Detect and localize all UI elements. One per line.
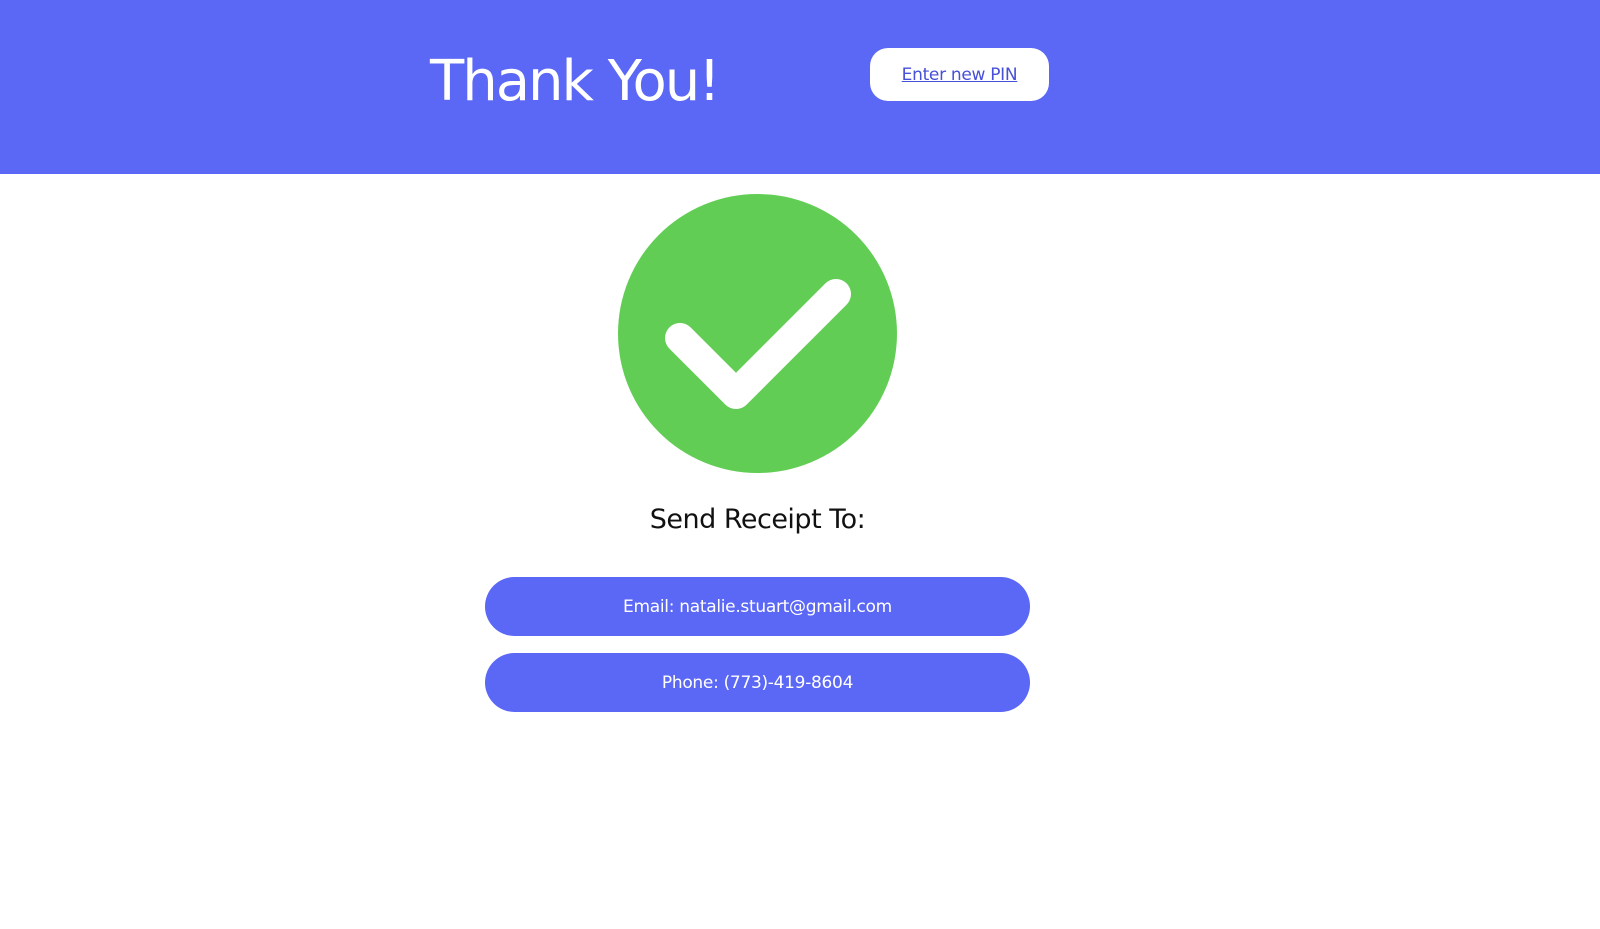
enter-new-pin-link[interactable]: Enter new PIN	[902, 65, 1018, 85]
page-title: Thank You!	[430, 49, 721, 114]
send-receipt-phone-button[interactable]: Phone: (773)-419-8604	[485, 653, 1030, 712]
success-check-graphic	[618, 194, 897, 473]
header-banner: Thank You! Enter new PIN	[0, 0, 1600, 174]
send-receipt-heading: Send Receipt To:	[649, 504, 866, 535]
send-receipt-email-button[interactable]: Email: natalie.stuart@gmail.com	[485, 577, 1030, 636]
enter-new-pin-button[interactable]: Enter new PIN	[870, 48, 1049, 101]
check-circle-icon	[618, 194, 897, 473]
check-circle-background	[618, 194, 897, 473]
